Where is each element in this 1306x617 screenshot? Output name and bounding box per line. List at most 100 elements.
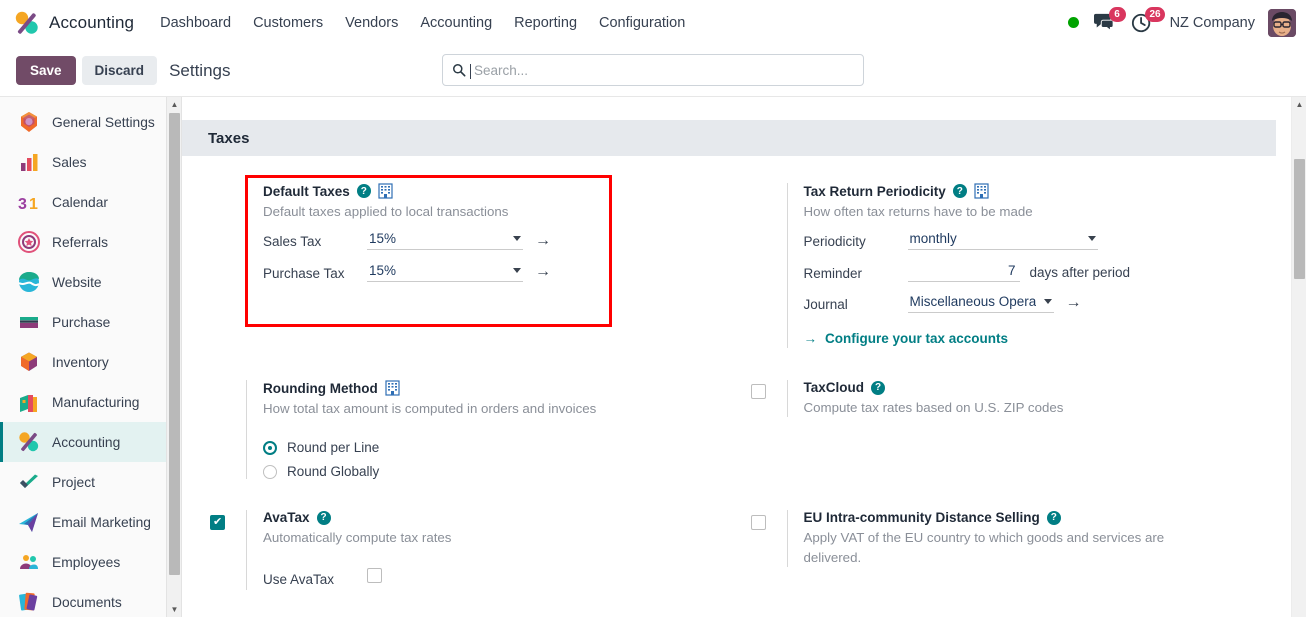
sidebar-item-email-marketing[interactable]: Email Marketing (0, 502, 166, 542)
sidebar-item-manufacturing[interactable]: Manufacturing (0, 382, 166, 422)
setting-divider (786, 183, 788, 349)
chevron-down-icon (1043, 298, 1052, 304)
help-icon[interactable]: ? (356, 184, 371, 198)
setting-col-left-2: Rounding Method How total tax amount is … (210, 380, 751, 483)
sidebar-item-website[interactable]: Website (0, 262, 166, 302)
field-purchase-tax: Purchase Tax 15% → (263, 262, 733, 284)
purchase-tax-label: Purchase Tax (263, 265, 345, 281)
setting-divider (246, 510, 247, 590)
reminder-input[interactable]: 7 (907, 262, 1020, 282)
sidebar-item-purchase[interactable]: Purchase (0, 302, 166, 342)
field-sales-tax: Sales Tax 15% → (263, 230, 733, 252)
menu-item-dashboard[interactable]: Dashboard (160, 15, 231, 31)
radio-round-globally-input[interactable] (263, 464, 277, 479)
taxcloud-checkbox-col (750, 380, 787, 417)
menu-item-vendors[interactable]: Vendors (345, 15, 398, 31)
setting-col-left-1: Default Taxes ? Default taxes applied to… (210, 183, 751, 352)
help-icon[interactable]: ? (871, 380, 885, 395)
sidebar-scrollbar[interactable]: ▲ ▼ (166, 97, 181, 617)
field-journal: Journal Miscellaneous Operat → (804, 293, 1274, 315)
radio-round-globally[interactable]: Round Globally (263, 464, 733, 479)
field-periodicity: Periodicity monthly (804, 230, 1274, 252)
sidebar-item-calendar[interactable]: 3 1 Calendar (0, 182, 166, 222)
taxcloud-description: Compute tax rates based on U.S. ZIP code… (803, 400, 1064, 416)
sidebar-item-accounting[interactable]: Accounting (0, 422, 166, 462)
accounting-icon (17, 430, 41, 454)
avatar[interactable] (1268, 8, 1296, 37)
company-building-icon[interactable] (378, 183, 393, 199)
scroll-down-arrow-icon[interactable]: ▼ (167, 602, 181, 617)
content-scrollbar-thumb[interactable] (1294, 159, 1305, 279)
menu-item-reporting[interactable]: Reporting (514, 15, 577, 31)
radio-round-globally-label: Round Globally (287, 464, 380, 480)
search-input[interactable]: Search... (442, 54, 864, 86)
sales-tax-label: Sales Tax (263, 234, 322, 250)
journal-internal-link-icon[interactable]: → (1066, 294, 1082, 311)
sidebar-label: Website (52, 274, 102, 290)
taxcloud-title: TaxCloud (803, 380, 865, 396)
settings-grid: Default Taxes ? Default taxes applied to… (182, 156, 1291, 594)
sidebar-item-referrals[interactable]: Referrals (0, 222, 166, 262)
documents-icon (17, 590, 41, 614)
setting-col-right-2: TaxCloud ? Compute tax rates based on U.… (750, 380, 1292, 483)
sidebar-scrollbar-thumb[interactable] (169, 113, 180, 575)
avatax-description: Automatically compute tax rates (263, 530, 452, 546)
sidebar-item-project[interactable]: Project (0, 462, 166, 502)
radio-round-per-line-input[interactable] (263, 440, 277, 455)
rounding-method-title-row: Rounding Method (263, 380, 733, 396)
sidebar-label: General Settings (52, 114, 155, 130)
purchase-tax-internal-link-icon[interactable]: → (535, 263, 551, 280)
journal-select[interactable]: Miscellaneous Operat (907, 293, 1054, 313)
menu-item-accounting[interactable]: Accounting (420, 15, 492, 31)
company-building-icon[interactable] (974, 183, 989, 199)
save-button[interactable]: Save (16, 56, 76, 85)
sales-tax-select[interactable]: 15% (367, 230, 523, 251)
menu-item-configuration[interactable]: Configuration (599, 15, 685, 31)
messages-button[interactable]: 6 (1092, 6, 1126, 34)
sidebar-item-sales[interactable]: Sales (0, 142, 166, 182)
sidebar-item-employees[interactable]: Employees (0, 542, 166, 582)
sidebar-item-general-settings[interactable]: General Settings (0, 102, 166, 142)
setting-divider (246, 183, 247, 284)
avatax-checkbox[interactable] (210, 514, 225, 531)
sales-tax-internal-link-icon[interactable]: → (535, 232, 551, 249)
scroll-up-arrow-icon[interactable]: ▲ (167, 97, 181, 112)
help-icon[interactable]: ? (952, 184, 967, 198)
sidebar-item-inventory[interactable]: Inventory (0, 342, 166, 382)
content-scrollbar[interactable]: ▲ (1291, 97, 1306, 617)
employees-icon (17, 550, 41, 574)
company-name[interactable]: NZ Company (1170, 15, 1255, 31)
top-navbar: Accounting Dashboard Customers Vendors A… (0, 0, 1306, 45)
sidebar-item-documents[interactable]: Documents (0, 582, 166, 617)
scroll-up-arrow-icon[interactable]: ▲ (1292, 97, 1306, 112)
setting-indent (751, 183, 787, 348)
configure-tax-accounts-link[interactable]: → Configure your tax accounts (804, 331, 1009, 346)
menu-item-customers[interactable]: Customers (253, 15, 323, 31)
setting-taxcloud: TaxCloud ? Compute tax rates based on U.… (750, 380, 1292, 421)
section-title: Taxes (208, 129, 250, 147)
radio-round-per-line[interactable]: Round per Line (263, 440, 733, 455)
activities-button[interactable]: 26 (1131, 6, 1165, 34)
messages-count-badge: 6 (1108, 6, 1126, 22)
tax-periodicity-title: Tax Return Periodicity (803, 183, 946, 199)
eu-distance-selling-title: EU Intra-community Distance Selling (803, 510, 1040, 526)
periodicity-select[interactable]: monthly (907, 230, 1098, 251)
help-icon[interactable]: ? (316, 510, 331, 525)
discard-button[interactable]: Discard (81, 56, 158, 85)
sidebar-label: Purchase (52, 314, 111, 330)
sidebar-label: Inventory (52, 354, 109, 370)
company-building-icon[interactable] (385, 380, 400, 396)
purchase-tax-select[interactable]: 15% (367, 262, 523, 282)
use-avatax-checkbox[interactable] (367, 567, 382, 583)
taxcloud-title-row: TaxCloud ? (804, 380, 1274, 395)
taxcloud-checkbox[interactable] (750, 384, 766, 400)
help-icon[interactable]: ? (1046, 510, 1061, 525)
radio-round-per-line-label: Round per Line (287, 440, 380, 456)
inventory-icon (17, 350, 41, 374)
eu-distance-selling-checkbox[interactable] (750, 514, 766, 530)
setting-tax-return-periodicity: Tax Return Periodicity ? How often tax r… (751, 183, 1292, 352)
sidebar-label: Employees (52, 554, 121, 570)
eu-distance-selling-description: Apply VAT of the EU country to which goo… (803, 530, 1165, 565)
app-brand[interactable]: Accounting (14, 10, 134, 36)
journal-label: Journal (803, 296, 848, 312)
